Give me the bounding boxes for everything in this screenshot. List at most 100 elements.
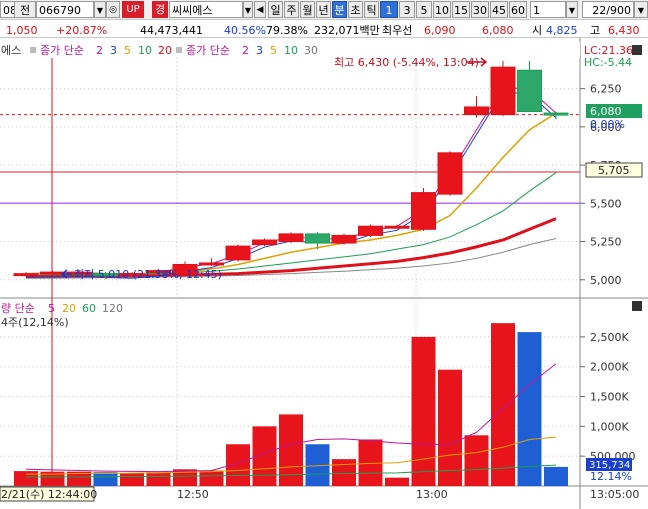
tab-tick[interactable]: 틱 bbox=[364, 1, 379, 18]
stock-code-input-2[interactable]: 066790 bbox=[36, 1, 94, 18]
volume-bar-4[interactable] bbox=[120, 473, 144, 486]
quote-change-pct: +20.87% bbox=[56, 24, 108, 37]
volume-bar-3[interactable] bbox=[93, 472, 118, 486]
minute-30[interactable]: 30 bbox=[471, 1, 489, 18]
ma1-period-10: 10 bbox=[138, 44, 152, 57]
hc-label: HC:-5.44 bbox=[584, 56, 632, 69]
ma1-title: 종가 단순 bbox=[40, 44, 84, 57]
quote-open-label: 시 bbox=[532, 24, 543, 37]
time-tick-1250: 12:50 bbox=[177, 488, 209, 501]
time-tick-1300: 13:00 bbox=[416, 488, 448, 501]
ma2-period-10: 10 bbox=[284, 44, 298, 57]
candle-body-13[interactable] bbox=[358, 225, 383, 236]
volume-bar-14[interactable] bbox=[385, 477, 409, 486]
stock-code-dropdown-icon[interactable]: ▼ bbox=[94, 1, 106, 18]
prev-stock-icon[interactable]: ◀ bbox=[254, 1, 266, 18]
legend-marker-icon bbox=[30, 47, 36, 53]
minute-5[interactable]: 5 bbox=[416, 1, 432, 18]
page-dropdown-icon[interactable]: ▼ bbox=[634, 1, 648, 18]
candle-body-16[interactable] bbox=[437, 152, 463, 195]
ma1-period-3: 3 bbox=[110, 44, 117, 57]
volume-bar-18[interactable] bbox=[491, 323, 515, 486]
candle-body-15[interactable] bbox=[411, 192, 436, 230]
volume-sub-label: 4주(12,14%) bbox=[1, 316, 69, 329]
quote-amount: 232,071백만 bbox=[314, 24, 380, 37]
tab-week[interactable]: 주 bbox=[284, 1, 299, 18]
volume-bar-17[interactable] bbox=[464, 435, 489, 486]
minute-3[interactable]: 3 bbox=[399, 1, 415, 18]
candle-body-8[interactable] bbox=[225, 245, 251, 261]
candle-body-10[interactable] bbox=[278, 233, 304, 243]
volume-bar-15[interactable] bbox=[411, 336, 436, 486]
interval-input-2[interactable]: 1 bbox=[530, 1, 566, 18]
cursor-time-label: 2/21(수) 12:44:00 bbox=[1, 488, 97, 501]
quote-ratio2: 79.38% bbox=[266, 24, 308, 37]
ref-line-value: 5,705 bbox=[598, 164, 630, 177]
ma1-period-2: 2 bbox=[96, 44, 103, 57]
tab-day[interactable]: 일 bbox=[268, 1, 283, 18]
volume-bar-7[interactable] bbox=[199, 470, 224, 486]
legend-cut-label: 에스 bbox=[1, 44, 21, 57]
candle-body-20[interactable] bbox=[543, 112, 569, 116]
quote-high-label: 고 bbox=[590, 24, 601, 37]
quote-ratio1: 40.56% bbox=[224, 24, 266, 37]
minute-1[interactable]: 1 bbox=[380, 1, 398, 18]
candle-body-0[interactable] bbox=[13, 273, 39, 277]
minute-15[interactable]: 15 bbox=[452, 1, 470, 18]
candle-body-7[interactable] bbox=[199, 262, 224, 266]
current-price-value: 6,080 bbox=[590, 105, 622, 118]
price-panel-close-icon[interactable] bbox=[632, 45, 642, 55]
price-tick-label-5: 5,000 bbox=[590, 274, 622, 287]
ma2-period-3: 3 bbox=[256, 44, 263, 57]
volume-title: 량 단순 bbox=[1, 302, 35, 315]
time-axis: 2/21(수) 12:44:00 12:50 13:00 13:05:00 bbox=[0, 486, 639, 502]
quote-info-row: 1,050 +20.87% 44,473,441 40.56% 79.38% 2… bbox=[0, 20, 648, 38]
price-tick-label-3: 5,500 bbox=[590, 197, 622, 210]
volume-legend: 량 단순 5 20 60 120 4주(12,14%) bbox=[1, 302, 123, 329]
search-icon-2[interactable]: ◎ bbox=[106, 1, 120, 18]
candle-body-12[interactable] bbox=[331, 234, 357, 244]
minute-10[interactable]: 10 bbox=[433, 1, 451, 18]
quote-best-ask: 6,090 bbox=[424, 24, 456, 37]
candle-body-18[interactable] bbox=[490, 66, 516, 116]
volume-tick-label-0: 2,500K bbox=[590, 331, 629, 344]
ma1-period-20: 20 bbox=[158, 44, 172, 57]
ma2-period-30: 30 bbox=[304, 44, 318, 57]
volume-bars bbox=[14, 323, 568, 486]
candle-body-9[interactable] bbox=[252, 239, 277, 246]
volume-bar-20[interactable] bbox=[544, 466, 568, 486]
page-counter-2: 22/900 bbox=[582, 1, 634, 18]
change-button-2[interactable]: 전 bbox=[14, 1, 36, 18]
quote-strip-bar: 080 ▼ 전 066790 ▼ ◎ UP 경 씨씨에스 ▼ ◀ 일 주 월 년… bbox=[0, 0, 648, 20]
minute-60[interactable]: 60 bbox=[509, 1, 527, 18]
volume-bar-12[interactable] bbox=[332, 459, 356, 486]
tab-month[interactable]: 월 bbox=[300, 1, 315, 18]
candle-body-14[interactable] bbox=[384, 225, 410, 229]
quote-open: 4,825 bbox=[546, 24, 578, 37]
interval-dropdown-icon-2[interactable]: ▼ bbox=[566, 1, 578, 18]
price-legend: 에스 종가 단순 2 3 5 10 20 종가 단순 2 3 5 10 30 bbox=[0, 42, 580, 58]
candle-body-11[interactable] bbox=[305, 233, 330, 244]
chart-area[interactable]: 에스 종가 단순 2 3 5 10 20 종가 단순 2 3 5 10 30 L… bbox=[0, 38, 648, 509]
volume-bar-5[interactable] bbox=[146, 472, 171, 486]
price-tick-label-0: 6,250 bbox=[590, 83, 622, 96]
stock-name-field-2[interactable]: 씨씨에스 bbox=[169, 1, 243, 18]
volume-tick-label-2: 1,500K bbox=[590, 391, 629, 404]
ma2-title: 종가 단순 bbox=[186, 44, 230, 57]
candle-body-19[interactable] bbox=[517, 69, 542, 113]
stock-name-dropdown-icon-2[interactable]: ▼ bbox=[243, 1, 253, 18]
volume-panel-close-icon[interactable] bbox=[632, 301, 642, 311]
candle-body-17[interactable] bbox=[464, 106, 489, 116]
tab-year[interactable]: 년 bbox=[316, 1, 331, 18]
tab-minute[interactable]: 분 bbox=[332, 1, 347, 18]
quote-high: 6,430 bbox=[608, 24, 640, 37]
legend-marker-icon-2 bbox=[176, 47, 182, 53]
tab-second[interactable]: 초 bbox=[348, 1, 363, 18]
candle-body-1[interactable] bbox=[40, 271, 65, 275]
volume-bar-19[interactable] bbox=[517, 332, 542, 486]
volume-bar-0[interactable] bbox=[14, 471, 38, 486]
volume-y-axis: 2,500K2,000K1,500K1,000K500,000 bbox=[580, 331, 636, 463]
minute-45[interactable]: 45 bbox=[490, 1, 508, 18]
volume-bar-16[interactable] bbox=[438, 369, 462, 486]
quote-best-ask-label: 최우선 bbox=[382, 24, 413, 37]
